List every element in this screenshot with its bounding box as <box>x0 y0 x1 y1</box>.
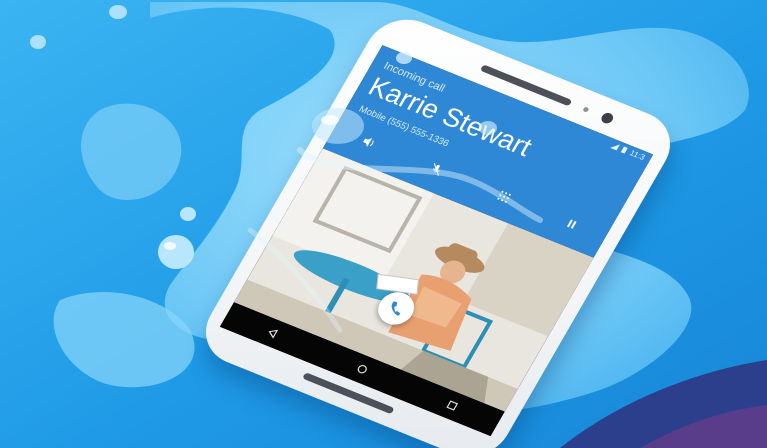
water-droplet <box>30 35 46 49</box>
phone-answer-icon <box>391 301 401 316</box>
water-droplet <box>164 242 176 250</box>
speaker-icon[interactable] <box>358 133 378 150</box>
status-time: 11:3 <box>628 148 647 162</box>
dialpad-icon[interactable] <box>494 188 514 205</box>
home-circle-icon[interactable] <box>352 360 372 377</box>
mute-mic-icon[interactable] <box>426 160 446 177</box>
recents-square-icon[interactable] <box>442 397 462 414</box>
signal-icon <box>610 144 621 151</box>
product-scene: 11:3 Incoming call Karrie Stewart Mobile… <box>0 0 767 448</box>
water-droplet <box>180 207 196 221</box>
back-triangle-icon[interactable] <box>262 324 282 341</box>
pause-icon[interactable] <box>561 215 581 232</box>
battery-icon <box>620 146 628 154</box>
water-droplet <box>158 235 194 269</box>
water-droplet <box>109 5 127 19</box>
